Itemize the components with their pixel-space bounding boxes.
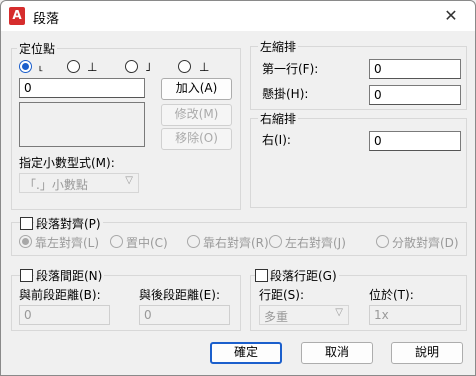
tab-right-radio[interactable]: [125, 60, 138, 73]
line-spacing-checkbox[interactable]: [255, 269, 268, 282]
line-spacing-label: 段落行距(G): [268, 267, 339, 284]
help-button[interactable]: 說明: [391, 342, 463, 364]
right-label: 右(I):: [262, 133, 291, 147]
tab-center-radio[interactable]: [67, 60, 80, 73]
chevron-down-icon: ▽: [125, 175, 133, 186]
align-distribute-label: 分散對齊(D): [392, 236, 459, 250]
align-justify-radio[interactable]: [269, 235, 282, 248]
hanging-label: 懸掛(H):: [262, 87, 309, 101]
tab-center-icon: ⊥: [87, 60, 98, 74]
spacing-label: 段落間距(N): [34, 267, 105, 284]
first-line-label: 第一行(F):: [262, 62, 319, 76]
cancel-button[interactable]: 取消: [301, 342, 373, 364]
hanging-input[interactable]: 0: [369, 85, 461, 105]
align-justify-label: 左右對齊(J): [285, 236, 346, 250]
tab-position-input[interactable]: 0: [19, 78, 145, 98]
tab-decimal-radio[interactable]: [178, 60, 191, 73]
modify-tab-button[interactable]: 修改(M): [161, 104, 232, 126]
align-distribute-radio[interactable]: [376, 235, 389, 248]
at-label: 位於(T):: [369, 288, 414, 302]
before-spacing-input[interactable]: 0: [19, 305, 110, 325]
align-center-label: 置中(C): [126, 236, 168, 250]
decimal-style-label: 指定小數型式(M):: [19, 156, 115, 170]
before-spacing-label: 與前段距離(B):: [19, 288, 101, 302]
align-right-radio[interactable]: [187, 235, 200, 248]
left-indent-label: 左縮排: [258, 38, 299, 55]
right-input[interactable]: 0: [369, 131, 461, 151]
tab-decimal-icon: ⊥: [199, 60, 210, 74]
after-spacing-input[interactable]: 0: [139, 305, 230, 325]
chevron-down-icon: ▽: [335, 307, 343, 318]
align-left-radio[interactable]: [19, 235, 32, 248]
title-bar: A 段落 ✕: [1, 1, 475, 31]
remove-tab-button[interactable]: 移除(O): [161, 128, 232, 150]
right-indent-label: 右縮排: [258, 110, 299, 127]
ok-button[interactable]: 確定: [210, 342, 282, 364]
line-spacing-select[interactable]: 多重 ▽: [259, 305, 349, 325]
tab-stops-list[interactable]: [19, 102, 145, 147]
tab-stops-label: 定位點: [17, 40, 58, 57]
alignment-checkbox[interactable]: [20, 217, 33, 230]
decimal-style-value: 「.」小數點: [24, 178, 88, 192]
line-spacing-type-label: 行距(S):: [259, 288, 305, 302]
add-tab-button[interactable]: 加入(A): [161, 78, 232, 100]
first-line-input[interactable]: 0: [369, 59, 461, 79]
paragraph-dialog: A 段落 ✕ 定位點 ˪ ⊥ ˩ ⊥ 0 加入(A) 修改(M) 移除(O) 指…: [0, 0, 476, 376]
align-right-label: 靠右對齊(R): [203, 236, 269, 250]
align-center-radio[interactable]: [110, 235, 123, 248]
tab-left-radio[interactable]: [19, 60, 32, 73]
tab-left-icon: ˪: [39, 60, 43, 74]
tab-right-icon: ˩: [145, 60, 151, 74]
spacing-checkbox[interactable]: [20, 269, 33, 282]
align-left-label: 靠左對齊(L): [35, 236, 100, 250]
autocad-app-icon: A: [9, 7, 25, 25]
close-icon[interactable]: ✕: [433, 3, 469, 29]
line-spacing-value: 多重: [264, 310, 289, 324]
at-input[interactable]: 1x: [369, 305, 461, 325]
decimal-style-select[interactable]: 「.」小數點 ▽: [19, 173, 139, 193]
alignment-label: 段落對齊(P): [34, 215, 103, 232]
window-title: 段落: [33, 12, 60, 27]
after-spacing-label: 與後段距離(E):: [139, 288, 220, 302]
